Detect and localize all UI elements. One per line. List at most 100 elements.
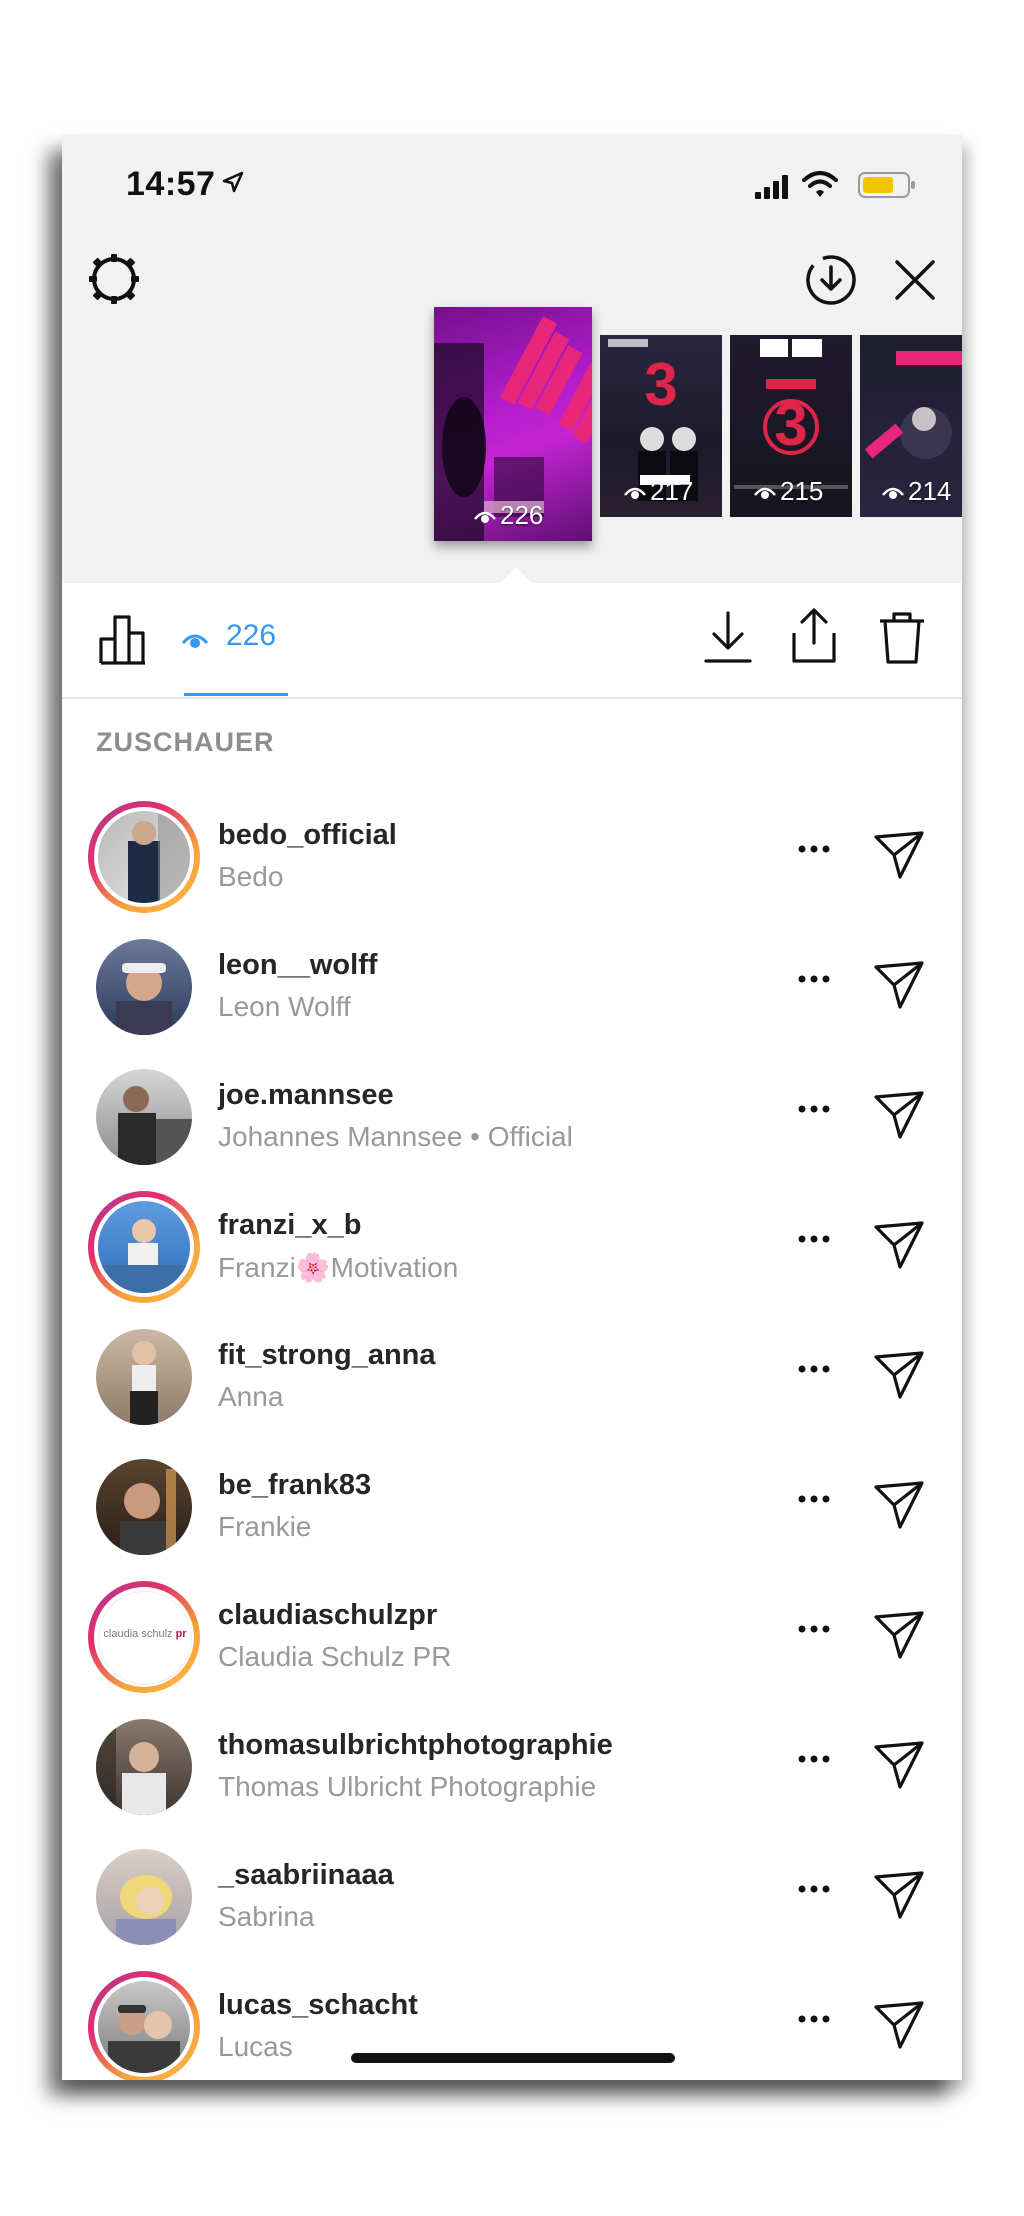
phone-screen: 14:57 226 3 217 3 215 214 226 ZUSCHAUER … [62, 135, 962, 2080]
share-icon[interactable] [788, 607, 840, 665]
viewer-username[interactable]: thomasulbrichtphotographie [218, 1729, 613, 1762]
story-views-value: 215 [780, 476, 824, 506]
viewer-row[interactable]: _saabriinaaa Sabrina [62, 1831, 962, 1961]
status-time: 14:57 [126, 165, 216, 203]
viewer-row[interactable]: leon__wolff Leon Wolff [62, 921, 962, 1051]
svg-text:3: 3 [644, 351, 677, 418]
more-options-icon[interactable] [796, 2013, 832, 2025]
story-view-count: 217 [624, 476, 693, 507]
story-thumbnail-selected[interactable]: 226 [434, 307, 592, 541]
send-message-icon[interactable] [872, 1609, 926, 1661]
avatar-story-ring[interactable] [88, 1971, 200, 2080]
close-icon[interactable] [892, 257, 938, 303]
avatar-logo: claudia schulz pr [98, 1591, 192, 1685]
viewer-fullname: Frankie [218, 1511, 312, 1542]
views-count[interactable]: 226 [226, 619, 276, 653]
avatar [96, 1849, 192, 1945]
avatar [98, 1201, 190, 1293]
viewer-row[interactable]: bedo_official Bedo [62, 791, 962, 921]
story-thumbnail[interactable]: 3 217 [600, 335, 722, 517]
story-views-value: 226 [500, 500, 544, 530]
avatar [96, 1719, 192, 1815]
viewer-username[interactable]: be_frank83 [218, 1469, 371, 1502]
viewer-username[interactable]: claudiaschulzpr [218, 1599, 437, 1632]
viewer-fullname: Anna [218, 1381, 284, 1412]
avatar-story-ring[interactable] [88, 1191, 200, 1303]
viewer-fullname: Sabrina [218, 1901, 315, 1932]
more-options-icon[interactable] [796, 1623, 832, 1635]
avatar [96, 939, 192, 1035]
viewer-row[interactable]: claudia schulz pr claudiaschulzpr Claudi… [62, 1571, 962, 1701]
more-options-icon[interactable] [796, 843, 832, 855]
viewer-username[interactable]: fit_strong_anna [218, 1339, 436, 1372]
viewer-fullname: Lucas [218, 2031, 293, 2062]
send-message-icon[interactable] [872, 1479, 926, 1531]
eye-icon [882, 487, 904, 499]
more-options-icon[interactable] [796, 1363, 832, 1375]
avatar-story-ring[interactable] [88, 801, 200, 913]
viewer-username[interactable]: franzi_x_b [218, 1209, 361, 1242]
send-message-icon[interactable] [872, 959, 926, 1011]
avatar-container[interactable] [88, 931, 200, 1043]
story-thumbnail[interactable]: 214 [860, 335, 962, 517]
avatar [96, 1069, 192, 1165]
more-options-icon[interactable] [796, 1753, 832, 1765]
delete-trash-icon[interactable] [876, 609, 928, 665]
send-message-icon[interactable] [872, 829, 926, 881]
viewer-row[interactable]: joe.mannsee Johannes Mannsee • Official [62, 1051, 962, 1181]
send-message-icon[interactable] [872, 1739, 926, 1791]
viewer-fullname: Bedo [218, 861, 284, 892]
story-thumbnail[interactable]: 3 215 [730, 335, 852, 517]
viewer-fullname: Leon Wolff [218, 991, 351, 1022]
wifi-icon [802, 171, 838, 197]
send-message-icon[interactable] [872, 1219, 926, 1271]
settings-gear-icon[interactable] [86, 251, 142, 307]
story-view-count: 214 [882, 476, 951, 507]
send-message-icon[interactable] [872, 1999, 926, 2051]
avatar [96, 1459, 192, 1555]
viewer-username[interactable]: joe.mannsee [218, 1079, 394, 1112]
send-message-icon[interactable] [872, 1089, 926, 1141]
more-options-icon[interactable] [796, 1103, 832, 1115]
more-options-icon[interactable] [796, 1233, 832, 1245]
viewer-row[interactable]: fit_strong_anna Anna [62, 1311, 962, 1441]
story-views-value: 214 [908, 476, 952, 506]
avatar-container[interactable] [88, 1321, 200, 1433]
avatar-container[interactable] [88, 1451, 200, 1563]
save-story-icon[interactable] [804, 253, 858, 307]
viewer-username[interactable]: _saabriinaaa [218, 1859, 394, 1892]
location-arrow-icon [222, 171, 244, 193]
avatar-story-ring[interactable]: claudia schulz pr [88, 1581, 200, 1693]
selected-story-pointer [498, 567, 534, 585]
viewer-fullname: Claudia Schulz PR [218, 1641, 452, 1672]
avatar [98, 1981, 190, 2073]
avatar [96, 1329, 192, 1425]
more-options-icon[interactable] [796, 1883, 832, 1895]
viewer-username[interactable]: lucas_schacht [218, 1989, 418, 2022]
eye-icon [624, 487, 646, 499]
story-view-count: 215 [754, 476, 823, 507]
viewer-fullname: Johannes Mannsee • Official [218, 1121, 573, 1152]
story-header: 14:57 226 3 217 3 215 214 [62, 135, 962, 585]
viewer-fullname: Franzi🌸Motivation [218, 1252, 459, 1283]
viewer-row[interactable]: thomasulbrichtphotographie Thomas Ulbric… [62, 1701, 962, 1831]
home-indicator[interactable] [351, 2053, 675, 2063]
more-options-icon[interactable] [796, 973, 832, 985]
avatar-container[interactable] [88, 1061, 200, 1173]
viewer-username[interactable]: leon__wolff [218, 949, 378, 982]
story-toolbar: 226 [62, 585, 962, 699]
avatar-container[interactable] [88, 1711, 200, 1823]
send-message-icon[interactable] [872, 1349, 926, 1401]
viewer-row[interactable]: be_frank83 Frankie [62, 1441, 962, 1571]
avatar-logo-text: claudia schulz pr [99, 1628, 191, 1640]
viewer-username[interactable]: bedo_official [218, 819, 397, 852]
avatar-container[interactable] [88, 1841, 200, 1953]
viewer-fullname: Thomas Ulbricht Photographie [218, 1771, 597, 1802]
views-eye-icon[interactable] [182, 629, 208, 649]
story-views-value: 217 [650, 476, 694, 506]
download-icon[interactable] [702, 609, 754, 665]
send-message-icon[interactable] [872, 1869, 926, 1921]
more-options-icon[interactable] [796, 1493, 832, 1505]
viewer-row[interactable]: franzi_x_b Franzi🌸Motivation [62, 1181, 962, 1311]
insights-chart-icon[interactable] [98, 613, 150, 665]
